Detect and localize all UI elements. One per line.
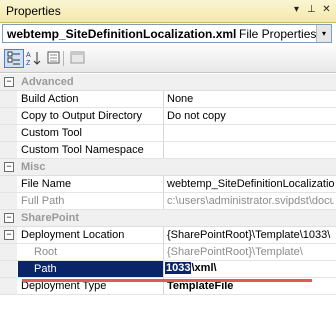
property-value[interactable]: {SharePointRoot}\Template\ [167,246,334,258]
categorized-button[interactable] [4,49,24,68]
toolbar-separator [63,51,64,66]
property-pages-icon [70,51,85,64]
property-row-copy-output[interactable]: Copy to Output Directory Do not copy [0,108,336,125]
chevron-down-icon[interactable]: ▾ [316,25,331,42]
property-value[interactable]: c:\users\administrator.svipdst\docu [167,195,334,207]
properties-window: Properties ▾ ⊥ ✕ webtemp_SiteDefinitionL… [0,0,336,310]
category-misc[interactable]: − Misc [0,159,336,176]
alphabetical-icon: A Z [26,52,41,67]
property-row-path[interactable]: Path 1033\xml\ [0,261,336,278]
property-value[interactable]: {SharePointRoot}\Template\1033\ [167,229,334,241]
close-icon[interactable]: ✕ [320,3,333,17]
property-name: Custom Tool [21,127,82,139]
property-value[interactable]: None [167,93,334,105]
toolbar: A Z [0,46,336,73]
property-name: Custom Tool Namespace [21,144,144,156]
category-label: Misc [21,161,46,173]
path-value-selected: 1033 [165,262,192,274]
property-value[interactable]: webtemp_SiteDefinitionLocalization [167,178,334,190]
property-name: Deployment Location [21,229,125,241]
property-name: Copy to Output Directory [21,110,143,122]
window-menu-icon[interactable]: ▾ [290,3,303,17]
property-row-custom-tool-namespace[interactable]: Custom Tool Namespace [0,142,336,159]
highlight-annotation-line [22,279,312,282]
category-advanced[interactable]: − Advanced [0,74,336,91]
category-label: Advanced [21,76,74,88]
window-title: Properties [6,4,61,18]
property-name: Build Action [21,93,79,105]
property-row-build-action[interactable]: Build Action None [0,91,336,108]
categorized-icon [7,51,20,65]
svg-text:A: A [26,52,31,59]
property-row-custom-tool[interactable]: Custom Tool [0,125,336,142]
object-selector[interactable]: webtemp_SiteDefinitionLocalization.xml F… [2,24,332,43]
title-bar: Properties ▾ ⊥ ✕ [0,0,336,23]
property-row-deployment-location[interactable]: − Deployment Location {SharePointRoot}\T… [0,227,336,244]
path-value-rest: \xml\ [191,262,217,274]
collapse-icon[interactable]: − [4,77,14,87]
list-icon [47,51,60,64]
property-row-root[interactable]: Root {SharePointRoot}\Template\ [0,244,336,261]
svg-text:Z: Z [26,60,31,67]
object-type: File Properties [239,27,317,41]
property-row-full-path[interactable]: Full Path c:\users\administrator.svipdst… [0,193,336,210]
alphabetical-button[interactable]: A Z [25,49,45,68]
collapse-icon[interactable]: − [4,162,14,172]
pin-icon[interactable]: ⊥ [305,3,318,17]
property-value[interactable]: Do not copy [167,110,334,122]
property-pages-button[interactable] [68,49,88,68]
property-grid: − Advanced Build Action None Copy to Out… [0,74,336,295]
property-row-file-name[interactable]: File Name webtemp_SiteDefinitionLocaliza… [0,176,336,193]
property-name: Path [18,261,163,277]
collapse-icon[interactable]: − [4,230,14,240]
collapse-icon[interactable]: − [4,213,14,223]
object-name: webtemp_SiteDefinitionLocalization.xml [7,27,237,41]
path-edit-field[interactable]: 1033\xml\ [165,262,325,277]
category-label: SharePoint [21,212,80,224]
category-sharepoint[interactable]: − SharePoint [0,210,336,227]
property-name: File Name [21,178,72,190]
property-name: Full Path [21,195,65,207]
property-name: Root [34,246,58,258]
